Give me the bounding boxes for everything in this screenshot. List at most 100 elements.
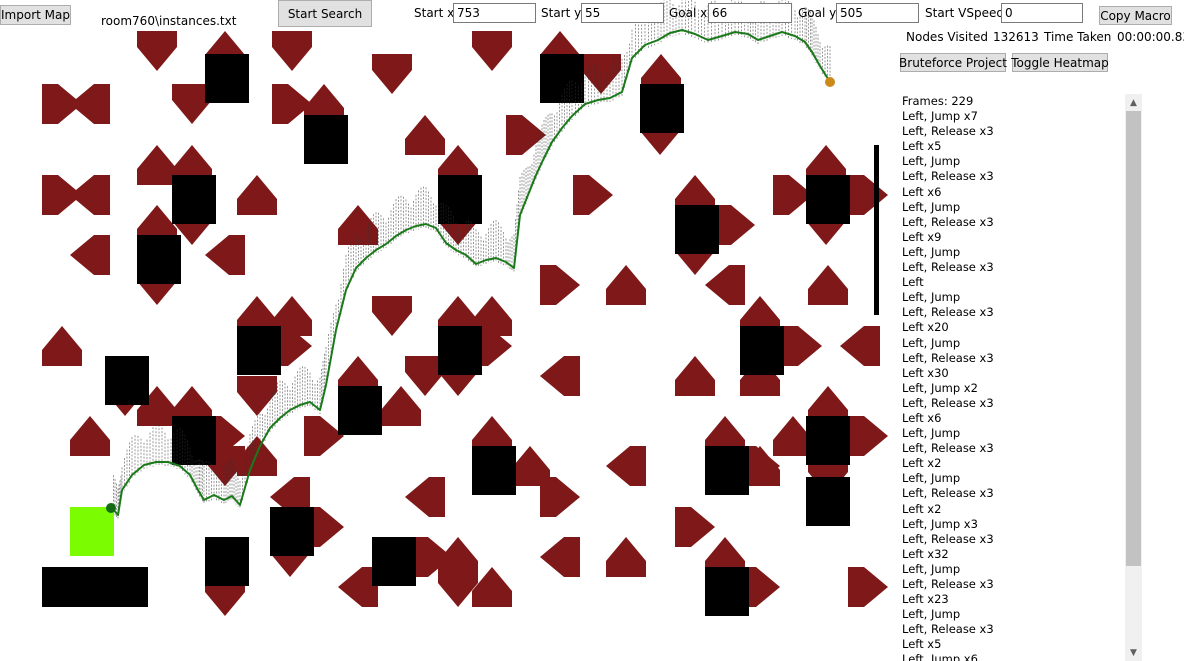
goal-y-field[interactable] — [836, 3, 919, 23]
wall-block — [137, 235, 181, 284]
spike — [782, 326, 822, 366]
move-list-item: Left, Release x3 — [902, 214, 994, 229]
spike — [372, 54, 412, 94]
spike — [237, 436, 277, 476]
move-list-items: Frames: 229 Left, Jump x7 Left, Release x3… — [902, 94, 1122, 661]
bruteforce-project-button[interactable]: Bruteforce Project — [899, 53, 1007, 72]
wall-block — [338, 386, 382, 435]
start-search-button[interactable]: Start Search — [278, 0, 372, 27]
goal-y-label: Goal y — [798, 6, 837, 20]
wall-block — [172, 416, 216, 465]
time-taken-value: 00:00:00.83 — [1117, 30, 1184, 44]
scroll-up-icon[interactable]: ▲ — [1125, 94, 1142, 111]
start-y-label: Start y — [541, 6, 582, 20]
spike — [606, 446, 646, 486]
wall-block — [237, 326, 281, 375]
wall-block — [42, 567, 148, 607]
move-list-item: Left x6 — [902, 410, 942, 425]
copy-macro-button[interactable]: Copy Macro — [1099, 6, 1172, 25]
wall-block — [205, 537, 249, 586]
move-list-item: Left — [902, 275, 924, 290]
goal-x-label: Goal x — [669, 6, 708, 20]
move-list-item: Left, Jump — [902, 154, 961, 169]
wall-block — [740, 326, 784, 375]
move-list-item: Left, Jump x6 — [902, 652, 978, 661]
move-list-item: Left x23 — [902, 592, 949, 607]
move-list[interactable]: Frames: 229 Left, Jump x7 Left, Release x3… — [896, 94, 1142, 661]
move-list-item: Left, Jump — [902, 199, 961, 214]
move-list-item: Left, Release x3 — [902, 441, 994, 456]
spike — [808, 265, 848, 305]
move-list-scrollbar[interactable]: ▲ ▼ — [1125, 94, 1142, 661]
wall-block — [105, 356, 149, 405]
move-list-item: Left x2 — [902, 456, 942, 471]
move-list-item: Left, Jump — [902, 561, 961, 576]
wall-block — [675, 205, 719, 254]
spike — [472, 31, 512, 71]
spike — [540, 477, 580, 517]
nodes-visited-label: Nodes Visited — [906, 30, 988, 44]
spike — [338, 205, 378, 245]
spike — [405, 115, 445, 155]
spike — [848, 567, 888, 607]
nodes-visited-value: 132613 — [993, 30, 1039, 44]
map-canvas[interactable] — [0, 0, 895, 661]
spike — [70, 175, 110, 215]
scroll-down-icon[interactable]: ▼ — [1125, 644, 1142, 661]
spike — [405, 477, 445, 517]
start-x-field[interactable] — [453, 3, 536, 23]
start-x-label: Start x — [414, 6, 455, 20]
goal-x-field[interactable] — [708, 3, 792, 23]
end-marker — [106, 503, 116, 513]
wall-block — [806, 477, 850, 526]
move-list-item: Left, Release x3 — [902, 486, 994, 501]
time-taken-label: Time Taken — [1044, 30, 1112, 44]
move-list-item: Left, Jump — [902, 471, 961, 486]
move-list-item: Left x5 — [902, 637, 942, 652]
spike — [606, 265, 646, 305]
spike — [205, 235, 245, 275]
move-list-item: Left x5 — [902, 139, 942, 154]
spike — [848, 175, 888, 215]
move-list-item: Left x6 — [902, 184, 942, 199]
toggle-heatmap-button[interactable]: Toggle Heatmap — [1011, 53, 1109, 72]
move-list-item: Left, Release x3 — [902, 260, 994, 275]
move-list-item: Left, Release x3 — [902, 169, 994, 184]
move-list-item: Left, Release x3 — [902, 395, 994, 410]
spike — [573, 175, 613, 215]
move-list-item: Left, Release x3 — [902, 350, 994, 365]
start-vspeed-field[interactable] — [1001, 3, 1083, 23]
spike — [42, 326, 82, 366]
spike — [137, 145, 177, 185]
spike — [237, 175, 277, 215]
wall-block — [705, 446, 749, 495]
map-file-label: room760\instances.txt — [101, 14, 237, 28]
spike — [540, 537, 580, 577]
spike — [381, 386, 421, 426]
wall-block — [270, 507, 314, 556]
move-list-item: Left, Release x3 — [902, 305, 994, 320]
wall-block — [705, 567, 749, 616]
move-list-item: Frames: 229 — [902, 94, 974, 108]
spike — [848, 416, 888, 456]
start-y-field[interactable] — [581, 3, 664, 23]
wall-block — [806, 416, 850, 465]
move-list-item: Left, Release x3 — [902, 622, 994, 637]
scroll-thumb[interactable] — [1126, 111, 1141, 566]
spike — [705, 265, 745, 305]
move-list-item: Left x30 — [902, 365, 949, 380]
move-list-item: Left, Jump — [902, 290, 961, 305]
move-list-item: Left, Release x3 — [902, 577, 994, 591]
wall-block — [438, 175, 482, 224]
wall-block — [472, 446, 516, 495]
spike — [675, 507, 715, 547]
start-vspeed-label: Start VSpeed — [925, 6, 1004, 20]
move-list-item: Left, Jump x7 — [902, 109, 978, 124]
wall-block — [438, 326, 482, 375]
wall-block — [205, 54, 249, 103]
move-list-item: Left, Jump x3 — [902, 516, 978, 531]
move-list-item: Left, Jump — [902, 335, 961, 350]
import-map-button[interactable]: Import Map — [0, 5, 71, 25]
spike — [237, 376, 277, 416]
move-list-item: Left x20 — [902, 320, 949, 335]
